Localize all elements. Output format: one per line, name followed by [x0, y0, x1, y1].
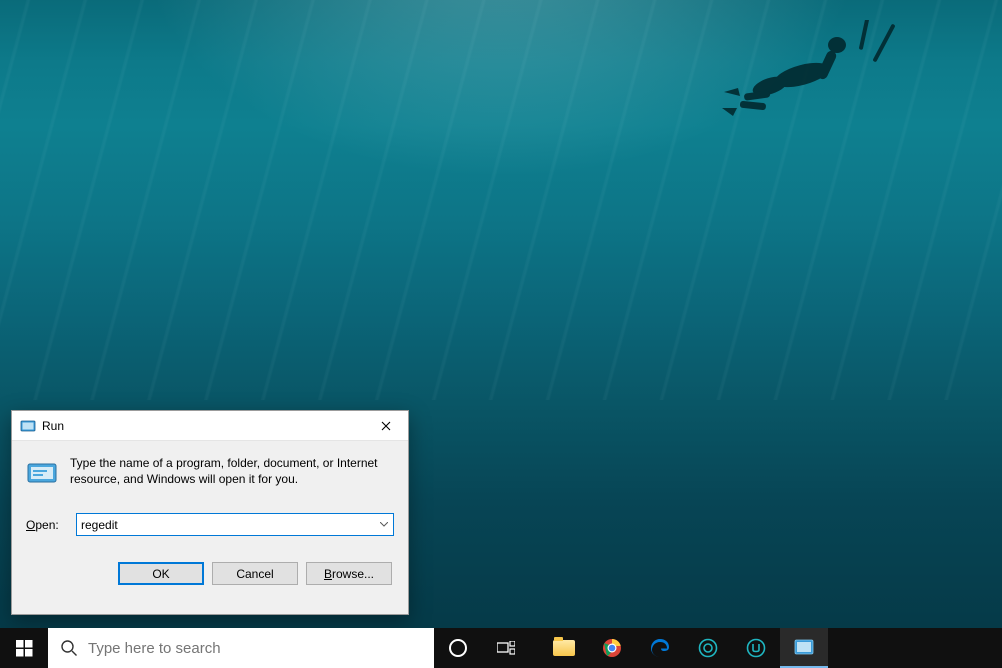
search-icon: [60, 639, 78, 657]
open-input[interactable]: [76, 513, 394, 536]
chrome-icon: [602, 638, 622, 658]
search-box[interactable]: [48, 628, 434, 668]
dialog-button-row: OK Cancel Browse...: [26, 562, 394, 585]
file-explorer-taskbar[interactable]: [540, 628, 588, 668]
window-title: Run: [42, 419, 64, 433]
circle-app-taskbar-1[interactable]: [684, 628, 732, 668]
task-view-button[interactable]: [482, 628, 530, 668]
run-dialog-icon: [20, 418, 36, 434]
run-taskbar-icon: [794, 639, 814, 655]
ok-button[interactable]: OK: [118, 562, 204, 585]
chrome-taskbar[interactable]: [588, 628, 636, 668]
start-button[interactable]: [0, 628, 48, 668]
run-dialog-window: Run Type the name of a program, folder, …: [11, 410, 409, 615]
circle-app-taskbar-2[interactable]: [732, 628, 780, 668]
browse-button[interactable]: Browse...: [306, 562, 392, 585]
dialog-body: Type the name of a program, folder, docu…: [12, 441, 408, 595]
task-view-icon: [497, 641, 515, 655]
titlebar-left: Run: [20, 418, 64, 434]
open-label: Open:: [26, 518, 66, 532]
dialog-description: Type the name of a program, folder, docu…: [70, 455, 394, 487]
windows-logo-icon: [16, 640, 33, 657]
cortana-button[interactable]: [434, 628, 482, 668]
close-icon: [381, 421, 391, 431]
titlebar[interactable]: Run: [12, 411, 408, 441]
cortana-icon: [449, 639, 467, 657]
run-app-taskbar[interactable]: [780, 628, 828, 668]
taskbar: [0, 628, 1002, 668]
chevron-down-icon: [380, 522, 388, 527]
cancel-button[interactable]: Cancel: [212, 562, 298, 585]
open-combobox[interactable]: [76, 513, 394, 536]
run-large-icon: [26, 457, 58, 489]
edge-icon: [650, 638, 670, 658]
edge-taskbar[interactable]: [636, 628, 684, 668]
circle-u-icon: [746, 638, 766, 658]
folder-icon: [553, 640, 575, 656]
close-button[interactable]: [363, 411, 408, 441]
diver-graphic: [682, 20, 902, 160]
dropdown-button[interactable]: [375, 514, 393, 535]
search-input[interactable]: [88, 640, 422, 657]
circle-o-icon: [698, 638, 718, 658]
